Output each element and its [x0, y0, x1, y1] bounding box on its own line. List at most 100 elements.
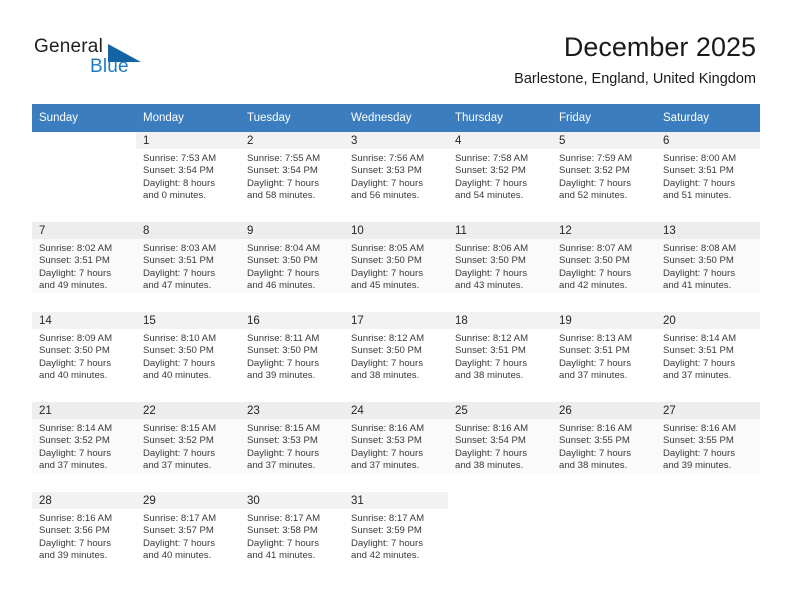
sunset-time: Sunset: 3:52 PM	[559, 165, 630, 177]
calendar-day-cell[interactable]: 1 Sunrise: 7:53 AM Sunset: 3:54 PM Daylight…	[136, 132, 240, 222]
calendar-day-cell[interactable]: 11 Sunrise: 8:06 AM Sunset: 3:50 PM Dayligh…	[448, 222, 552, 312]
calendar-day-cell[interactable]: 21 Sunrise: 8:14 AM Sunset: 3:52 PM Dayligh…	[32, 402, 136, 492]
day-cell-inner: 10 Sunrise: 8:05 AM Sunset: 3:50 PM Dayligh…	[344, 222, 448, 312]
daylight-duration-line2: and 41 minutes.	[663, 280, 732, 292]
daylight-duration-line2: and 38 minutes.	[351, 370, 420, 382]
calendar-day-cell[interactable]: 14 Sunrise: 8:09 AM Sunset: 3:50 PM Dayligh…	[32, 312, 136, 402]
sunrise-time: Sunrise: 7:59 AM	[559, 153, 633, 164]
daylight-duration-line2: and 47 minutes.	[143, 280, 212, 292]
day-cell-inner	[32, 132, 136, 222]
sunset-time: Sunset: 3:51 PM	[663, 165, 734, 177]
daylight-duration-line1: Daylight: 8 hours	[143, 177, 215, 189]
sunset-time: Sunset: 3:55 PM	[663, 435, 734, 447]
daylight-duration-line1: Daylight: 7 hours	[39, 267, 111, 279]
general-blue-logo[interactable]: General Blue	[34, 36, 154, 84]
calendar-day-cell[interactable]: 31 Sunrise: 8:17 AM Sunset: 3:59 PM Dayligh…	[344, 492, 448, 582]
day-number: 2	[240, 132, 344, 149]
calendar-day-cell[interactable]: 26 Sunrise: 8:16 AM Sunset: 3:55 PM Dayligh…	[552, 402, 656, 492]
calendar-day-cell[interactable]: 24 Sunrise: 8:16 AM Sunset: 3:53 PM Dayligh…	[344, 402, 448, 492]
calendar-day-cell[interactable]: 28 Sunrise: 8:16 AM Sunset: 3:56 PM Dayligh…	[32, 492, 136, 582]
calendar-page: General Blue December 2025 Barlestone, E…	[0, 0, 792, 612]
day-number: 20	[656, 312, 760, 329]
daylight-duration-line2: and 40 minutes.	[39, 370, 108, 382]
calendar-week-row: 1 Sunrise: 7:53 AM Sunset: 3:54 PM Daylight…	[32, 132, 760, 222]
daylight-duration-line1: Daylight: 7 hours	[559, 267, 631, 279]
day-cell-inner: 20 Sunrise: 8:14 AM Sunset: 3:51 PM Dayligh…	[656, 312, 760, 402]
sunset-time: Sunset: 3:54 PM	[455, 435, 526, 447]
sunrise-time: Sunrise: 8:08 AM	[663, 243, 737, 254]
sunset-time: Sunset: 3:53 PM	[351, 435, 422, 447]
daylight-duration-line2: and 42 minutes.	[351, 550, 420, 562]
sunrise-time: Sunrise: 8:16 AM	[39, 513, 113, 524]
day-cell-inner: 22 Sunrise: 8:15 AM Sunset: 3:52 PM Dayligh…	[136, 402, 240, 492]
daylight-duration-line2: and 54 minutes.	[455, 190, 524, 202]
calendar-day-cell[interactable]: 19 Sunrise: 8:13 AM Sunset: 3:51 PM Dayligh…	[552, 312, 656, 402]
calendar-day-cell[interactable]: 16 Sunrise: 8:11 AM Sunset: 3:50 PM Dayligh…	[240, 312, 344, 402]
day-number	[448, 492, 552, 509]
sunrise-time: Sunrise: 8:02 AM	[39, 243, 113, 254]
day-details: Sunrise: 8:17 AM Sunset: 3:58 PM Daylight:…	[240, 509, 344, 563]
day-cell-inner	[656, 492, 760, 582]
page-header: General Blue December 2025 Barlestone, E…	[0, 0, 792, 100]
daylight-duration-line1: Daylight: 7 hours	[351, 177, 423, 189]
calendar-day-cell[interactable]: 4 Sunrise: 7:58 AM Sunset: 3:52 PM Daylight…	[448, 132, 552, 222]
daylight-duration-line2: and 51 minutes.	[663, 190, 732, 202]
calendar-day-cell[interactable]: 5 Sunrise: 7:59 AM Sunset: 3:52 PM Daylight…	[552, 132, 656, 222]
calendar-day-cell[interactable]: 30 Sunrise: 8:17 AM Sunset: 3:58 PM Dayligh…	[240, 492, 344, 582]
day-cell-inner: 28 Sunrise: 8:16 AM Sunset: 3:56 PM Dayligh…	[32, 492, 136, 582]
day-details: Sunrise: 8:14 AM Sunset: 3:51 PM Daylight:…	[656, 329, 760, 383]
day-number: 26	[552, 402, 656, 419]
calendar-day-cell[interactable]: 18 Sunrise: 8:12 AM Sunset: 3:51 PM Dayligh…	[448, 312, 552, 402]
calendar-day-cell[interactable]: 22 Sunrise: 8:15 AM Sunset: 3:52 PM Dayligh…	[136, 402, 240, 492]
calendar-day-cell[interactable]: 13 Sunrise: 8:08 AM Sunset: 3:50 PM Dayligh…	[656, 222, 760, 312]
day-cell-inner	[552, 492, 656, 582]
calendar-day-cell[interactable]: 9 Sunrise: 8:04 AM Sunset: 3:50 PM Daylight…	[240, 222, 344, 312]
day-details: Sunrise: 8:03 AM Sunset: 3:51 PM Daylight:…	[136, 239, 240, 293]
daylight-duration-line2: and 40 minutes.	[143, 370, 212, 382]
sunset-time: Sunset: 3:59 PM	[351, 525, 422, 537]
day-number: 4	[448, 132, 552, 149]
day-number: 18	[448, 312, 552, 329]
day-details: Sunrise: 8:10 AM Sunset: 3:50 PM Daylight:…	[136, 329, 240, 383]
day-details: Sunrise: 8:06 AM Sunset: 3:50 PM Daylight:…	[448, 239, 552, 293]
day-number: 30	[240, 492, 344, 509]
sunset-time: Sunset: 3:53 PM	[247, 435, 318, 447]
calendar-day-cell[interactable]: 23 Sunrise: 8:15 AM Sunset: 3:53 PM Dayligh…	[240, 402, 344, 492]
daylight-duration-line2: and 37 minutes.	[351, 460, 420, 472]
daylight-duration-line2: and 0 minutes.	[143, 190, 206, 202]
sunset-time: Sunset: 3:58 PM	[247, 525, 318, 537]
daylight-duration-line2: and 39 minutes.	[663, 460, 732, 472]
weekday-header-friday: Friday	[552, 104, 656, 132]
sunrise-time: Sunrise: 8:09 AM	[39, 333, 113, 344]
day-cell-inner: 26 Sunrise: 8:16 AM Sunset: 3:55 PM Dayligh…	[552, 402, 656, 492]
daylight-duration-line1: Daylight: 7 hours	[247, 177, 319, 189]
calendar-day-cell[interactable]: 15 Sunrise: 8:10 AM Sunset: 3:50 PM Dayligh…	[136, 312, 240, 402]
calendar-day-cell[interactable]: 12 Sunrise: 8:07 AM Sunset: 3:50 PM Dayligh…	[552, 222, 656, 312]
calendar-day-cell[interactable]: 3 Sunrise: 7:56 AM Sunset: 3:53 PM Daylight…	[344, 132, 448, 222]
weekday-header-sunday: Sunday	[32, 104, 136, 132]
calendar-day-cell[interactable]: 29 Sunrise: 8:17 AM Sunset: 3:57 PM Dayligh…	[136, 492, 240, 582]
day-details: Sunrise: 8:15 AM Sunset: 3:52 PM Daylight:…	[136, 419, 240, 473]
daylight-duration-line2: and 37 minutes.	[39, 460, 108, 472]
day-number: 1	[136, 132, 240, 149]
calendar-day-cell[interactable]: 10 Sunrise: 8:05 AM Sunset: 3:50 PM Dayligh…	[344, 222, 448, 312]
day-details: Sunrise: 8:15 AM Sunset: 3:53 PM Daylight:…	[240, 419, 344, 473]
calendar-day-cell[interactable]: 17 Sunrise: 8:12 AM Sunset: 3:50 PM Dayligh…	[344, 312, 448, 402]
calendar-day-cell[interactable]: 25 Sunrise: 8:16 AM Sunset: 3:54 PM Dayligh…	[448, 402, 552, 492]
calendar-day-cell[interactable]: 7 Sunrise: 8:02 AM Sunset: 3:51 PM Daylight…	[32, 222, 136, 312]
daylight-duration-line1: Daylight: 7 hours	[559, 177, 631, 189]
day-number: 5	[552, 132, 656, 149]
day-cell-inner: 15 Sunrise: 8:10 AM Sunset: 3:50 PM Dayligh…	[136, 312, 240, 402]
daylight-duration-line1: Daylight: 7 hours	[39, 357, 111, 369]
calendar-day-cell[interactable]: 27 Sunrise: 8:16 AM Sunset: 3:55 PM Dayligh…	[656, 402, 760, 492]
day-cell-inner: 30 Sunrise: 8:17 AM Sunset: 3:58 PM Dayligh…	[240, 492, 344, 582]
calendar-day-cell[interactable]: 6 Sunrise: 8:00 AM Sunset: 3:51 PM Daylight…	[656, 132, 760, 222]
day-number: 31	[344, 492, 448, 509]
daylight-duration-line2: and 41 minutes.	[247, 550, 316, 562]
calendar-day-cell[interactable]: 8 Sunrise: 8:03 AM Sunset: 3:51 PM Daylight…	[136, 222, 240, 312]
day-number: 19	[552, 312, 656, 329]
calendar-day-cell[interactable]: 2 Sunrise: 7:55 AM Sunset: 3:54 PM Daylight…	[240, 132, 344, 222]
day-number: 28	[32, 492, 136, 509]
sunset-time: Sunset: 3:51 PM	[455, 345, 526, 357]
calendar-day-cell[interactable]: 20 Sunrise: 8:14 AM Sunset: 3:51 PM Dayligh…	[656, 312, 760, 402]
